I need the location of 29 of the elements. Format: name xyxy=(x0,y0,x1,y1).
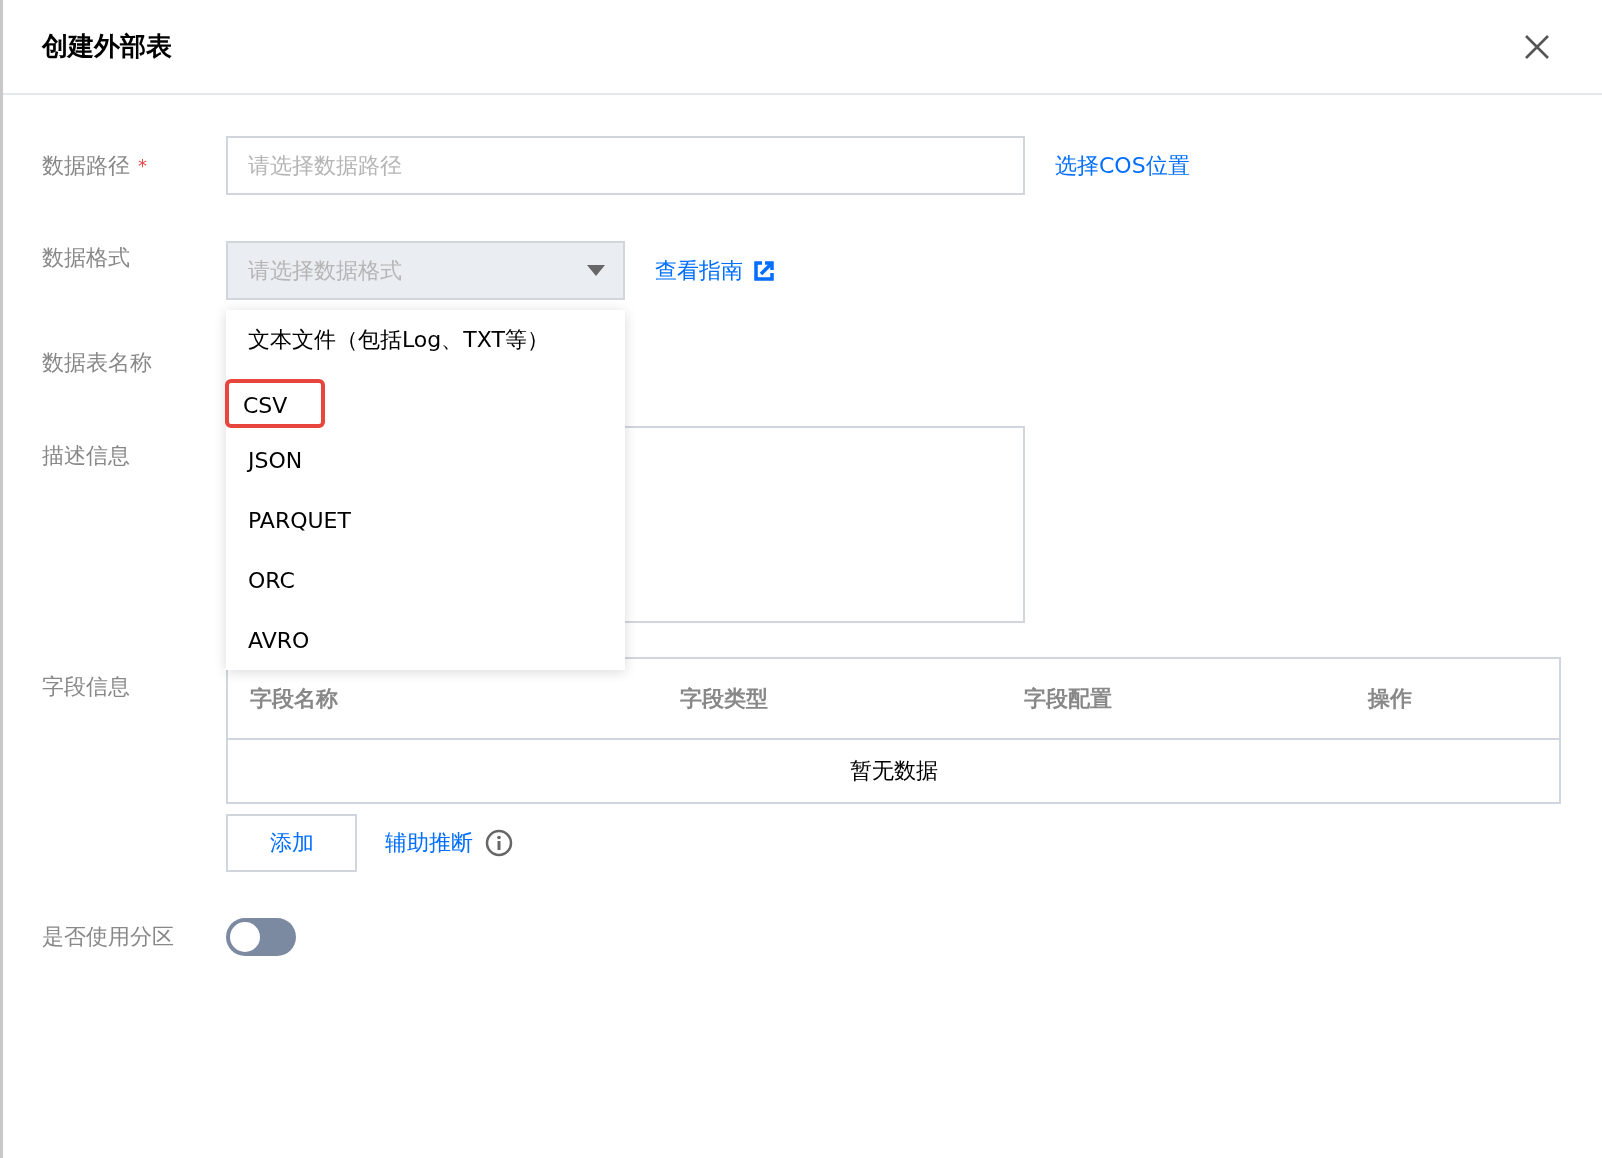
data-path-field[interactable]: 请选择数据路径 xyxy=(226,136,1025,195)
partition-toggle[interactable] xyxy=(226,918,296,956)
empty-message: 暂无数据 xyxy=(849,757,938,785)
caret-icon xyxy=(587,265,605,276)
format-option[interactable]: CSV xyxy=(225,378,326,428)
info-icon[interactable] xyxy=(485,829,513,857)
format-option[interactable]: AVRO xyxy=(244,619,314,661)
format-option[interactable]: ORC xyxy=(244,559,299,601)
select-location-link[interactable]: 选择COS位置 xyxy=(1055,150,1190,181)
column-header: 操作 xyxy=(1368,684,1413,713)
field-label: 数据表名称 xyxy=(42,349,152,377)
field-label: 是否使用分区 xyxy=(42,923,174,951)
add-button[interactable]: 添加 xyxy=(226,814,357,872)
infer-link[interactable]: 辅助推断 xyxy=(385,828,473,858)
format-option[interactable]: 文本文件（包括Log、TXT等） xyxy=(244,317,553,363)
format-option[interactable]: JSON xyxy=(244,439,307,481)
required-mark: * xyxy=(138,154,147,178)
column-header: 字段名称 xyxy=(250,684,339,713)
external-link-icon xyxy=(753,259,775,282)
field-label: 描述信息 xyxy=(42,442,130,470)
dialog-title: 创建外部表 xyxy=(42,30,172,63)
field-label: 字段信息 xyxy=(42,673,130,701)
field-label: 数据路径 xyxy=(42,152,130,180)
format-option[interactable]: PARQUET xyxy=(244,499,355,541)
column-header: 字段配置 xyxy=(1024,684,1113,713)
guide-link[interactable]: 查看指南 xyxy=(655,255,775,286)
close-icon[interactable] xyxy=(1524,33,1550,60)
column-header: 字段类型 xyxy=(680,684,769,713)
field-label: 数据格式 xyxy=(42,244,130,272)
